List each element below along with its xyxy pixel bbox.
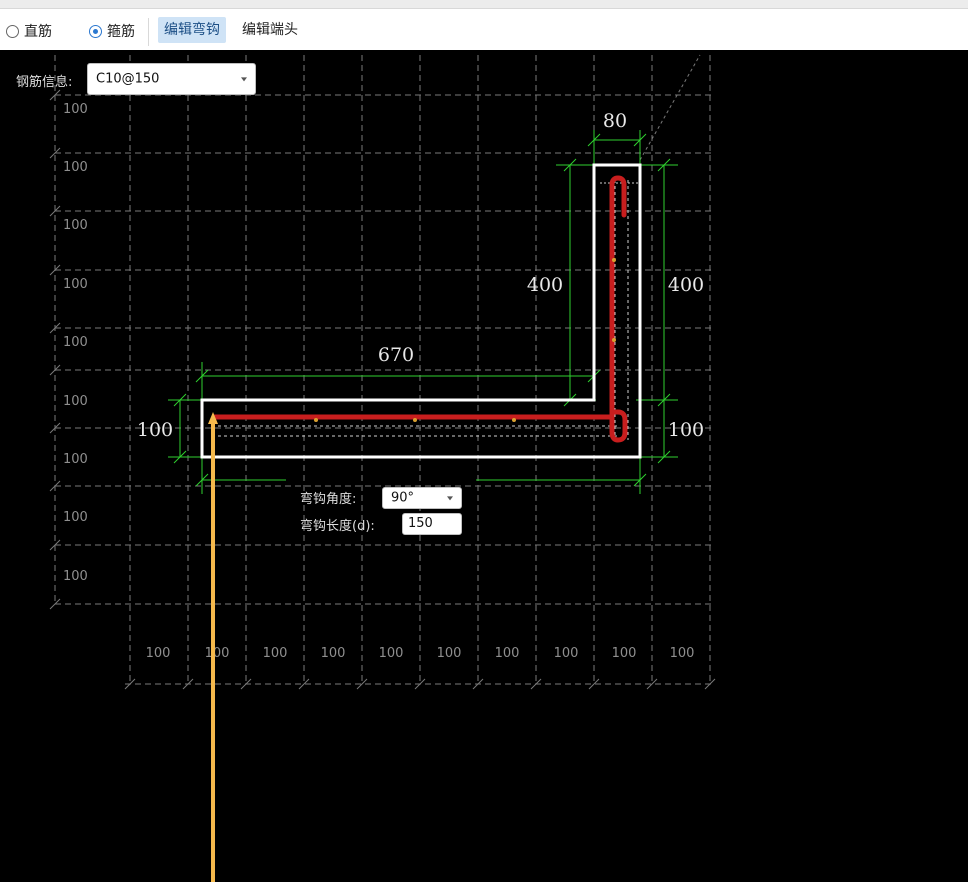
- toolbar-separator: [148, 18, 149, 46]
- hook-angle-value: 90°: [391, 490, 415, 506]
- grid-column-label: 100: [205, 646, 230, 661]
- rebar-info-select[interactable]: C10@150: [87, 63, 256, 95]
- grid-column-label: 100: [495, 646, 520, 661]
- rebar-info-label: 钢筋信息:: [16, 75, 73, 90]
- grid-row-label: 100: [63, 277, 88, 292]
- hook-angle-label: 弯钩角度:: [300, 492, 357, 507]
- section-outline: [200, 163, 642, 459]
- toolbar-top-strip: [0, 0, 968, 9]
- dim-top-width: 80: [603, 110, 627, 132]
- radio-stirrup[interactable]: 箍筋: [89, 21, 135, 41]
- radio-straight-indicator[interactable]: [6, 24, 19, 38]
- grid-row-label: 100: [63, 102, 88, 117]
- drawing-canvas[interactable]: 100 100 100 100 100 100 100 100 100 100 100 100 100 1…: [0, 50, 968, 882]
- grid-row-label: 100: [63, 452, 88, 467]
- grid-row-label: 100: [63, 569, 88, 584]
- grid-row-label: 100: [63, 160, 88, 175]
- radio-straight-bar[interactable]: 直筋: [6, 21, 52, 41]
- grid-labels: 100 100 100 100 100 100 100 100 100 100 100 100 100 1…: [63, 102, 694, 661]
- chevron-down-icon: [241, 77, 247, 82]
- dimension-lines: [168, 130, 678, 494]
- grid-column-label: 100: [321, 646, 346, 661]
- radio-stirrup-label: 箍筋: [107, 24, 135, 40]
- grid-row-label: 100: [63, 510, 88, 525]
- grid-column-label: 100: [437, 646, 462, 661]
- grid-row-label: 100: [63, 335, 88, 350]
- edit-end-button[interactable]: 编辑端头: [236, 17, 304, 43]
- grid-column-label: 100: [379, 646, 404, 661]
- toolbar: 直筋 箍筋 编辑弯钩 编辑端头: [0, 0, 968, 50]
- edit-hook-button[interactable]: 编辑弯钩: [158, 17, 226, 43]
- rebar-info-value: C10@150: [96, 71, 160, 87]
- chevron-down-icon: [447, 496, 453, 501]
- dim-horizontal-length: 670: [378, 344, 414, 366]
- hook-length-label: 弯钩长度(d):: [300, 519, 375, 534]
- grid-row-label: 100: [63, 218, 88, 233]
- dim-left-height: 100: [137, 419, 173, 441]
- grid-column-label: 100: [263, 646, 288, 661]
- dim-inner-height: 400: [527, 274, 563, 296]
- grid-column-label: 100: [670, 646, 695, 661]
- grid-column-label: 100: [612, 646, 637, 661]
- grid-column-label: 100: [554, 646, 579, 661]
- dim-outer-height: 400: [668, 274, 704, 296]
- hook-angle-select[interactable]: 90°: [382, 487, 462, 509]
- rebar-markers: [314, 258, 616, 422]
- radio-stirrup-indicator[interactable]: [89, 24, 102, 38]
- radio-straight-label: 直筋: [24, 24, 52, 40]
- grid-row-label: 100: [63, 394, 88, 409]
- grid-column-label: 100: [146, 646, 171, 661]
- dim-right-height: 100: [668, 419, 704, 441]
- hook-length-input[interactable]: 150: [402, 513, 462, 535]
